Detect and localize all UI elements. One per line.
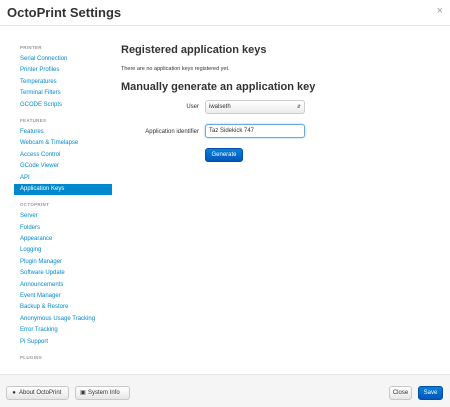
dialog-footer: ● About OctoPrint ▣ System Info Close Save bbox=[0, 374, 450, 407]
settings-content: Registered application keys There are no… bbox=[121, 26, 441, 374]
sidebar-item-temperatures[interactable]: Temperatures bbox=[0, 77, 116, 88]
nav-header-features: FEATURES bbox=[20, 117, 47, 123]
sidebar-item-folders[interactable]: Folders bbox=[0, 223, 116, 234]
sidebar-item-appearance[interactable]: Appearance bbox=[0, 234, 116, 245]
sidebar-item-backup-restore[interactable]: Backup & Restore bbox=[0, 302, 116, 313]
system-info-icon: ▣ bbox=[80, 390, 86, 396]
dialog-title: OctoPrint Settings bbox=[7, 5, 122, 20]
sidebar-item-features[interactable]: Features bbox=[0, 127, 116, 138]
app-identifier-label: Application identifier bbox=[145, 129, 199, 135]
sidebar-item-application-keys[interactable]: Application Keys bbox=[14, 183, 112, 196]
sidebar-item-event-manager[interactable]: Event Manager bbox=[0, 291, 116, 302]
system-info-label: System Info bbox=[88, 390, 120, 396]
sidebar-item-plugin-manager[interactable]: Plugin Manager bbox=[0, 257, 116, 268]
info-icon: ● bbox=[12, 390, 16, 396]
user-select-value: iwalseth bbox=[209, 104, 231, 110]
settings-sidebar: PRINTER Serial Connection Printer Profil… bbox=[0, 26, 116, 374]
generate-button[interactable]: Generate bbox=[205, 148, 243, 162]
about-octoprint-label: About OctoPrint bbox=[19, 390, 62, 396]
sidebar-item-logging[interactable]: Logging bbox=[0, 245, 116, 256]
sidebar-item-api[interactable]: API bbox=[0, 173, 116, 184]
sidebar-item-serial-connection[interactable]: Serial Connection bbox=[0, 54, 116, 65]
generate-key-title: Manually generate an application key bbox=[121, 81, 316, 93]
sidebar-item-error-tracking[interactable]: Error Tracking bbox=[0, 325, 116, 336]
no-keys-message: There are no application keys registered… bbox=[121, 66, 230, 72]
save-button[interactable]: Save bbox=[418, 386, 443, 400]
about-octoprint-button[interactable]: ● About OctoPrint bbox=[6, 386, 69, 400]
sidebar-item-announcements[interactable]: Announcements bbox=[0, 280, 116, 291]
close-icon[interactable]: × bbox=[437, 6, 443, 17]
user-select[interactable]: iwalseth ⇵ bbox=[205, 100, 305, 114]
registered-keys-title: Registered application keys bbox=[121, 44, 267, 56]
sidebar-item-access-control[interactable]: Access Control bbox=[0, 150, 116, 161]
sidebar-item-webcam-timelapse[interactable]: Webcam & Timelapse bbox=[0, 138, 116, 149]
sidebar-item-gcode-viewer[interactable]: GCode Viewer bbox=[0, 161, 116, 172]
chevron-updown-icon: ⇵ bbox=[296, 104, 301, 110]
sidebar-item-gcode-scripts[interactable]: GCODE Scripts bbox=[0, 100, 116, 111]
sidebar-item-terminal-filters[interactable]: Terminal Filters bbox=[0, 88, 116, 99]
nav-header-plugins: PLUGINS bbox=[20, 354, 43, 360]
sidebar-item-server[interactable]: Server bbox=[0, 211, 116, 222]
close-button[interactable]: Close bbox=[389, 386, 412, 400]
sidebar-item-printer-profiles[interactable]: Printer Profiles bbox=[0, 65, 116, 76]
nav-header-printer: PRINTER bbox=[20, 45, 42, 50]
user-label: User bbox=[186, 104, 199, 110]
sidebar-item-pi-support[interactable]: Pi Support bbox=[0, 337, 116, 348]
nav-header-octoprint: OCTOPRINT bbox=[20, 202, 50, 208]
dialog-header: OctoPrint Settings × bbox=[0, 0, 450, 26]
app-identifier-input[interactable]: Taz Sidekick 747 bbox=[205, 124, 305, 138]
system-info-button[interactable]: ▣ System Info bbox=[75, 386, 130, 400]
sidebar-item-anonymous-usage-tracking[interactable]: Anonymous Usage Tracking bbox=[0, 314, 116, 325]
sidebar-item-software-update[interactable]: Software Update bbox=[0, 268, 116, 279]
